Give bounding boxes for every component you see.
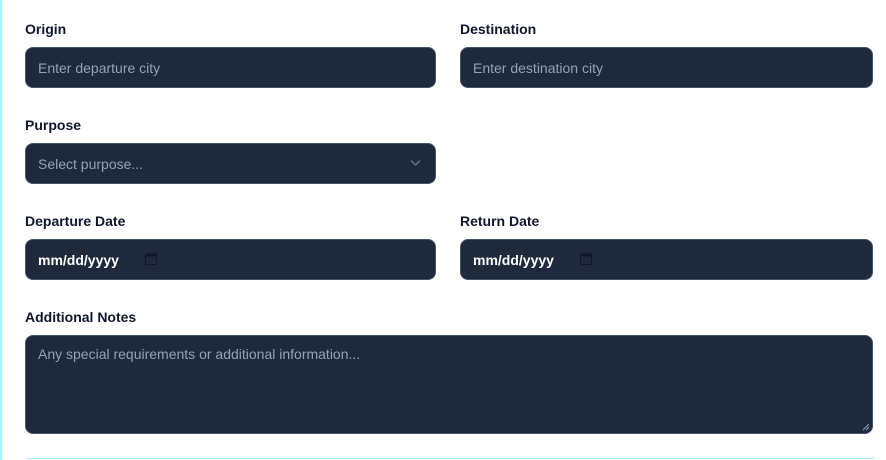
return-date-input[interactable]: mm/dd/yyyy [460, 239, 873, 280]
return-date-label: Return Date [460, 213, 540, 229]
destination-label: Destination [460, 21, 537, 37]
departure-date-label: Departure Date [25, 213, 126, 229]
notes-label: Additional Notes [25, 309, 137, 325]
calendar-icon[interactable] [145, 253, 157, 265]
purpose-placeholder: Select purpose... [38, 155, 144, 172]
destination-input[interactable]: Enter destination city [460, 47, 873, 88]
return-date-text: mm/dd/yyyy [473, 251, 554, 268]
destination-placeholder: Enter destination city [473, 59, 603, 76]
chevron-down-icon [410, 160, 421, 166]
origin-placeholder: Enter departure city [38, 59, 161, 76]
notes-placeholder: Any special requirements or additional i… [38, 346, 361, 362]
notes-textarea[interactable]: Any special requirements or additional i… [25, 335, 873, 434]
departure-date-input[interactable]: mm/dd/yyyy [25, 239, 436, 280]
origin-label: Origin [25, 21, 67, 37]
departure-date-text: mm/dd/yyyy [38, 251, 119, 268]
travel-request-form: Origin Enter departure city Destination … [0, 0, 886, 460]
purpose-select[interactable]: Select purpose... [25, 143, 436, 184]
section-divider [26, 458, 874, 459]
resize-handle-icon[interactable] [862, 423, 870, 431]
purpose-label: Purpose [25, 117, 82, 133]
calendar-icon[interactable] [580, 253, 592, 265]
origin-input[interactable]: Enter departure city [25, 47, 436, 88]
